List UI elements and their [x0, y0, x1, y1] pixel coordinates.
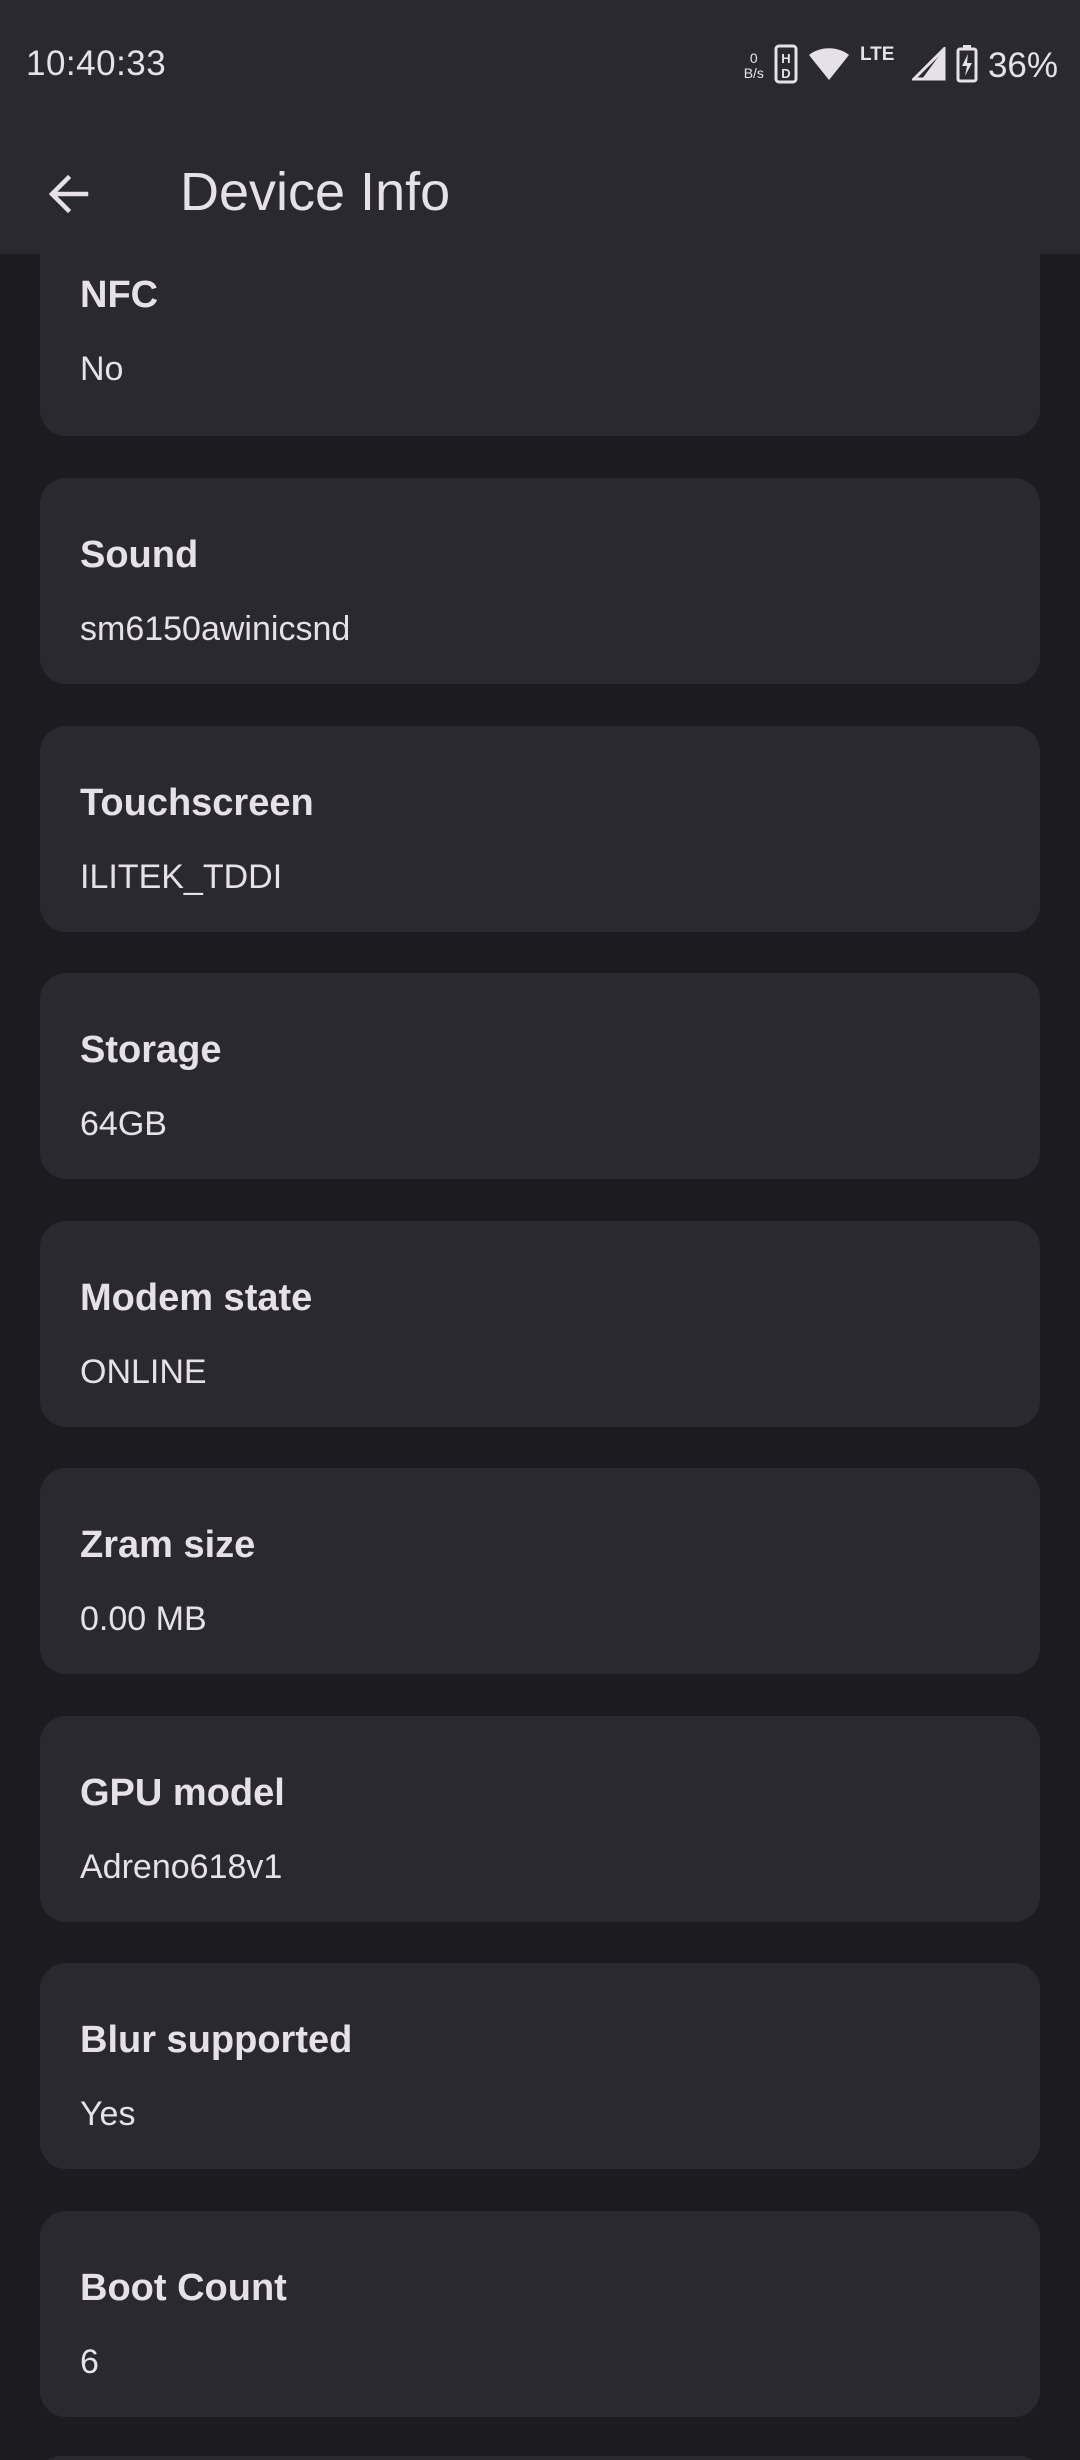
battery-charging-icon	[956, 44, 978, 88]
info-card-touchscreen: Touchscreen ILITEK_TDDI	[40, 726, 1040, 932]
info-card-sound: Sound sm6150awinicsnd	[40, 478, 1040, 684]
info-card-blur-supported: Blur supported Yes	[40, 1963, 1040, 2169]
info-card-boot-count: Boot Count 6	[40, 2211, 1040, 2417]
card-value: ILITEK_TDDI	[80, 858, 283, 896]
card-label: Sound	[80, 534, 199, 576]
card-label: Storage	[80, 1029, 222, 1071]
card-value: 64GB	[80, 1105, 167, 1143]
device-info-screen: NFC No Sound sm6150awinicsnd Touchscreen…	[0, 0, 1080, 2460]
card-value: 0.00 MB	[80, 1600, 207, 1638]
card-label: Zram size	[80, 1524, 256, 1566]
card-label: Blur supported	[80, 2019, 353, 2061]
status-bar: 10:40:33 0 B/s H D LTE 36%	[0, 0, 1080, 130]
card-value: 6	[80, 2343, 99, 2381]
net-speed-value: 0	[749, 50, 758, 66]
net-speed-unit: B/s	[743, 65, 764, 81]
card-value: No	[80, 350, 124, 388]
arrow-back-icon	[48, 174, 89, 214]
wifi-icon	[808, 46, 850, 87]
svg-text:D: D	[781, 66, 790, 81]
card-value: Adreno618v1	[80, 1848, 283, 1886]
hd-voice-icon: H D	[774, 44, 798, 89]
device-info-list[interactable]: NFC No Sound sm6150awinicsnd Touchscreen…	[0, 0, 1080, 2460]
card-value: ONLINE	[80, 1353, 207, 1391]
status-icons: 0 B/s H D LTE 36%	[744, 44, 1058, 88]
status-time: 10:40:33	[26, 44, 167, 83]
card-value: sm6150awinicsnd	[80, 610, 351, 648]
info-card-next	[40, 2456, 1040, 2460]
info-card-zram-size: Zram size 0.00 MB	[40, 1468, 1040, 1674]
card-label: Touchscreen	[80, 782, 314, 824]
info-card-modem-state: Modem state ONLINE	[40, 1221, 1040, 1427]
info-card-storage: Storage 64GB	[40, 973, 1040, 1179]
card-value: Yes	[80, 2095, 136, 2133]
lte-indicator: LTE	[860, 44, 902, 84]
info-card-gpu-model: GPU model Adreno618v1	[40, 1716, 1040, 1922]
card-label: Boot Count	[80, 2267, 287, 2309]
net-speed-indicator: 0 B/s	[744, 51, 764, 81]
battery-percentage: 36%	[987, 46, 1058, 85]
top-app-bar: Device Info	[0, 130, 1080, 254]
page-title: Device Info	[180, 162, 451, 222]
cell-signal-icon	[910, 44, 946, 86]
lte-label: LTE	[859, 44, 895, 65]
info-card-nfc: NFC No	[40, 230, 1040, 436]
svg-text:H: H	[781, 51, 790, 66]
card-label: GPU model	[80, 1772, 285, 1814]
card-label: NFC	[80, 274, 159, 316]
back-button[interactable]	[36, 162, 100, 226]
card-label: Modem state	[80, 1277, 313, 1319]
